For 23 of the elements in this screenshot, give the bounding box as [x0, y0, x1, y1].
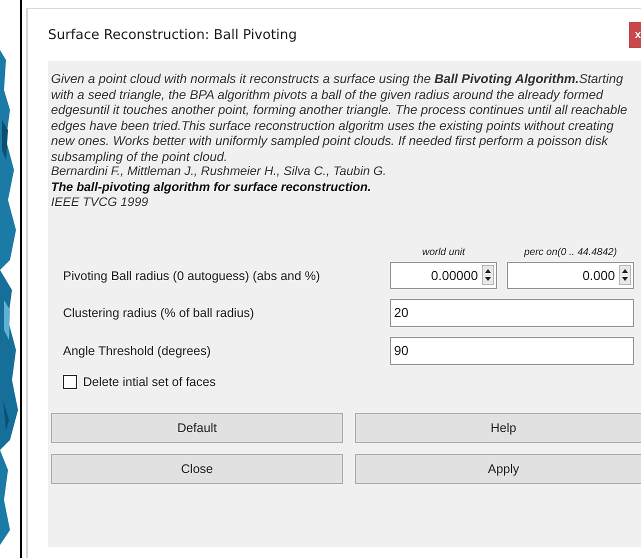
field-label: Clustering radius (% of ball radius) — [63, 306, 256, 320]
dialog-button[interactable]: Help — [355, 412, 641, 442]
column-header: perc on(0 .. 44.4842) — [523, 246, 618, 258]
field-label: Pivoting Ball radius (0 autoguess) (abs and %) — [63, 268, 322, 282]
dialog-button[interactable]: Default — [51, 412, 343, 442]
citation-authors: Bernardini F., Mittleman J., Rushmeier H., Silva C., Taubin G. — [51, 164, 388, 180]
input-field[interactable]: 20 — [390, 298, 634, 326]
spin-field[interactable]: 0.000 — [507, 262, 634, 288]
field-label: Angle Threshold (degrees) — [63, 344, 212, 358]
window-close-button[interactable]: x — [629, 22, 641, 48]
checkbox[interactable] — [63, 374, 77, 388]
spin-arrows-icon[interactable] — [482, 265, 494, 285]
checkbox-label: Delete intial set of faces — [83, 374, 216, 388]
description: Given a point cloud with normals it reconstructs a surface using the Ball Pivoting Algorithm.Starting with a seed triangle, the BPA algorithm pivots a ball of the given radius around the already formed edgesuntil it touches another point, forming another triangle. The process continues until all reachable edges have been tried.This surface reconstruction algoritm uses the existing points without creating new ones. Works better with uniformly sampled point clouds. If needed first perform a poisson disk subsampling of the point cloud. — [51, 71, 628, 164]
dialog-button[interactable]: Close — [51, 454, 343, 484]
spin-arrows-icon[interactable] — [619, 265, 631, 285]
citation-journal: IEEE TVCG 1999 — [51, 195, 150, 210]
column-header: world unit — [421, 246, 466, 258]
spin-field[interactable]: 0.00000 — [390, 262, 497, 288]
input-field[interactable]: 90 — [390, 336, 634, 364]
dialog-button[interactable]: Apply — [355, 454, 641, 484]
citation-title: The ball-pivoting algorithm for surface reconstruction. — [51, 180, 372, 195]
window-title: Surface Reconstruction: Ball Pivoting — [48, 27, 297, 43]
